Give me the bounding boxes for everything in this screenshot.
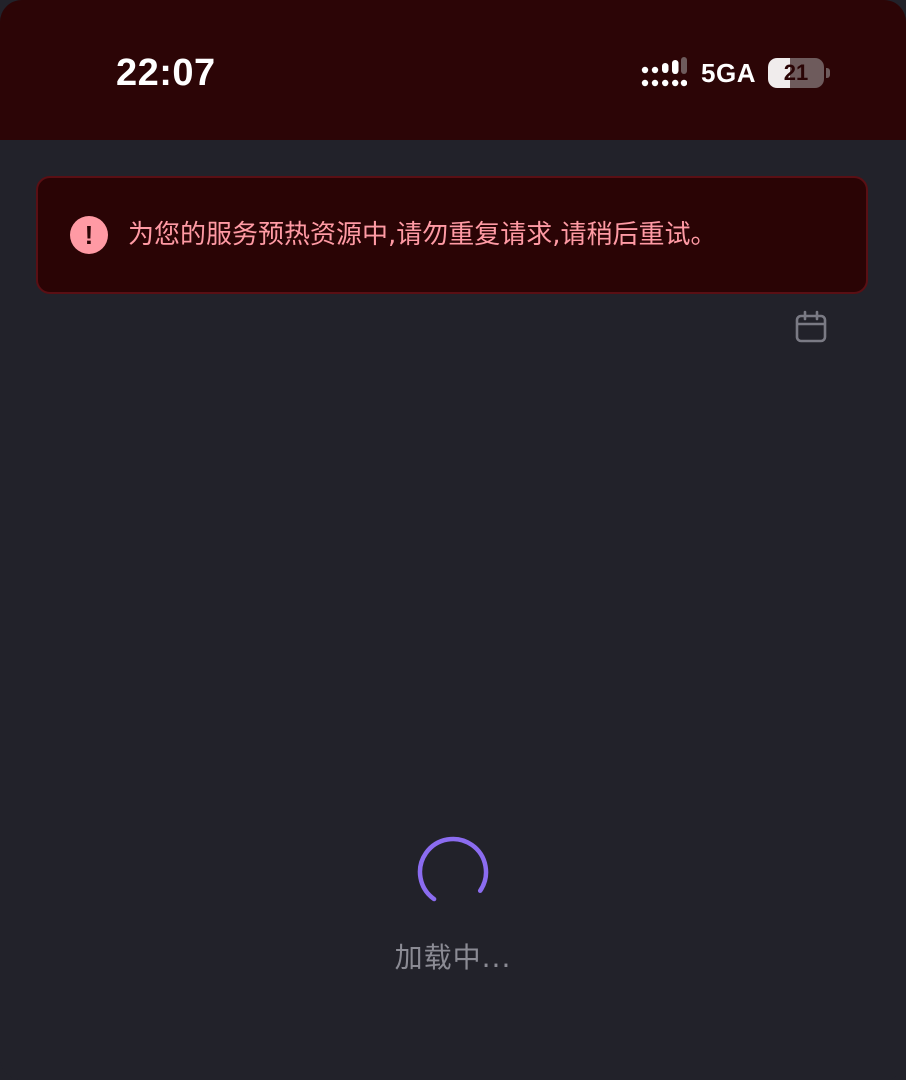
status-bar: 22:07 5GA 21: [0, 0, 906, 140]
network-type-label: 5GA: [701, 58, 756, 88]
calendar-button[interactable]: [792, 308, 830, 346]
status-time: 22:07: [116, 52, 216, 94]
battery-tip: [826, 68, 830, 78]
battery-level: 21: [783, 60, 809, 85]
status-indicators: 5GA 21: [641, 57, 830, 89]
loading-indicator: 加载中...: [0, 834, 906, 976]
battery-indicator: 21: [768, 58, 824, 88]
alert-exclamation-icon: !: [70, 216, 108, 254]
error-alert-banner: ! 为您的服务预热资源中,请勿重复请求,请稍后重试。: [36, 176, 868, 294]
loading-text: 加载中...: [394, 941, 512, 974]
alert-message: 为您的服务预热资源中,请勿重复请求,请稍后重试。: [128, 220, 717, 250]
signal-strength-icon: [641, 57, 688, 87]
app-screen: 22:07 5GA 21 ! 为您的服务预热资源中,请勿重复请求,请稍后重试。 …: [0, 0, 906, 1080]
loading-spinner-icon: [417, 836, 489, 908]
calendar-icon: [795, 310, 827, 343]
